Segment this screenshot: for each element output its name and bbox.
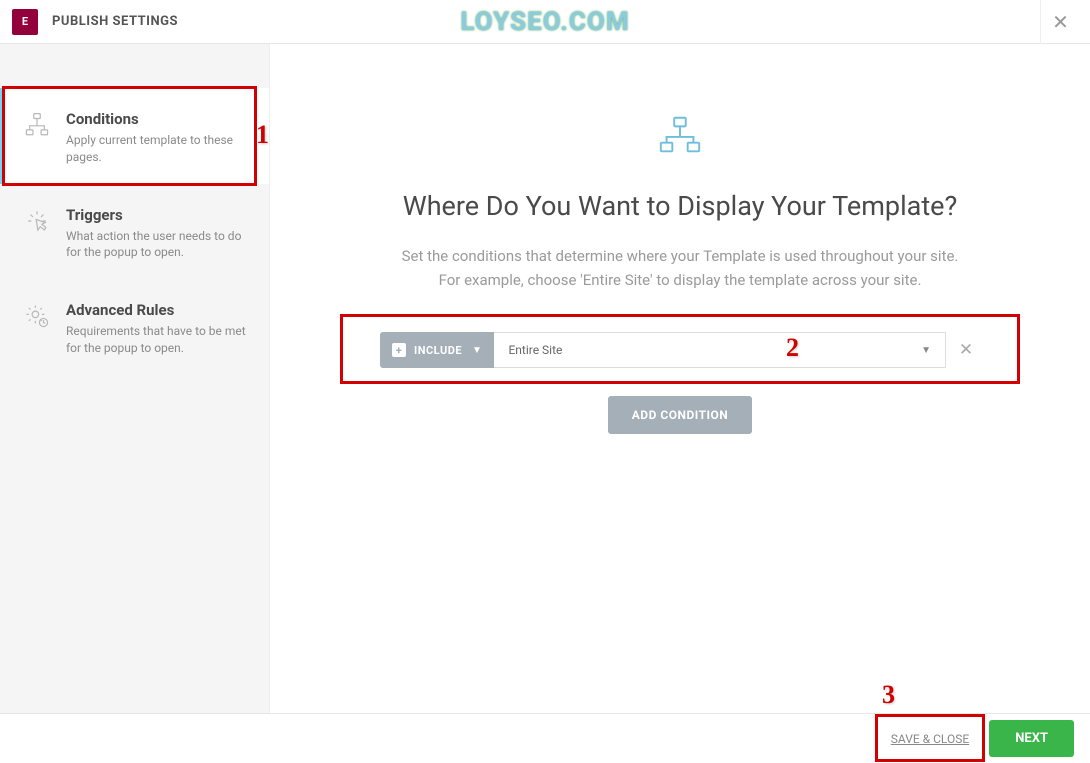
sidebar-item-title: Conditions [66,110,249,128]
sidebar-item-triggers[interactable]: Triggers What action the user needs to d… [0,184,269,280]
add-condition-button[interactable]: ADD CONDITION [608,396,753,434]
close-icon: ✕ [1052,10,1069,34]
footer-bar: SAVE & CLOSE NEXT [0,713,1090,763]
sidebar-item-desc: Apply current template to these pages. [66,132,249,166]
sidebar-item-desc: Requirements that have to be met for the… [66,323,249,357]
plus-icon: + [392,343,406,357]
watermark: LOYSEO.COM [460,7,629,37]
header-bar: E PUBLISH SETTINGS LOYSEO.COM ✕ [0,0,1090,44]
condition-row-wrap: + INCLUDE ▼ Entire Site ▼ ✕ [340,332,1020,368]
sidebar-item-title: Advanced Rules [66,301,249,319]
main-heading: Where Do You Want to Display Your Templa… [403,190,958,222]
condition-value: Entire Site [508,343,562,357]
main-subtext: Set the conditions that determine where … [402,244,959,292]
close-icon: ✕ [959,340,973,360]
click-icon [22,208,52,238]
include-exclude-toggle[interactable]: + INCLUDE ▼ [380,332,494,368]
sidebar-item-desc: What action the user needs to do for the… [66,228,249,262]
next-button[interactable]: NEXT [989,720,1074,757]
remove-condition-button[interactable]: ✕ [952,340,980,360]
gear-icon [22,303,52,333]
sidebar: Conditions Apply current template to the… [0,44,270,713]
sidebar-item-title: Triggers [66,206,249,224]
sidebar-item-advanced-rules[interactable]: Advanced Rules Requirements that have to… [0,279,269,375]
caret-down-icon: ▼ [472,345,482,356]
condition-select[interactable]: Entire Site ▼ [494,332,946,368]
header-title: PUBLISH SETTINGS [52,14,178,29]
main-panel: Where Do You Want to Display Your Templa… [270,44,1090,713]
sitemap-icon [22,112,52,142]
sitemap-hero-icon [657,114,703,160]
sidebar-item-conditions[interactable]: Conditions Apply current template to the… [0,88,269,184]
app-logo: E [12,9,38,35]
content-wrap: Conditions Apply current template to the… [0,44,1090,713]
close-button[interactable]: ✕ [1040,0,1080,44]
caret-down-icon: ▼ [921,345,931,356]
condition-row: + INCLUDE ▼ Entire Site ▼ ✕ [340,332,1020,368]
save-close-link[interactable]: SAVE & CLOSE [885,722,975,756]
include-label: INCLUDE [414,344,462,357]
